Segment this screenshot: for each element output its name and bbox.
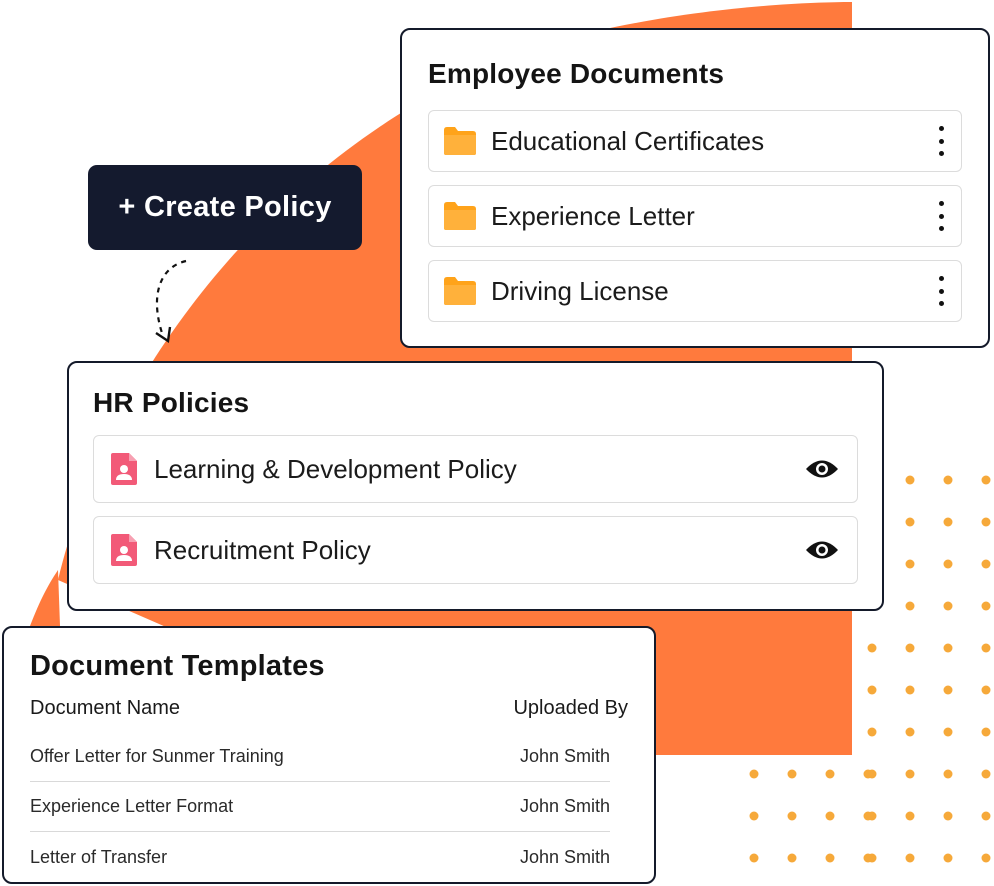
decorative-dot (943, 727, 953, 737)
cell-uploaded-by: John Smith (519, 846, 610, 867)
decorative-dot (863, 853, 873, 863)
decorative-dot (905, 601, 915, 611)
decorative-dot (749, 811, 759, 821)
document-templates-card: Document Templates Document Name Uploade… (2, 626, 656, 884)
folder-item-experience-letter[interactable]: Experience Letter (428, 185, 962, 247)
decorative-dot (867, 643, 877, 653)
decorative-dot (981, 853, 991, 863)
cell-document-name: Experience Letter Format (30, 796, 234, 816)
decorative-dot (905, 811, 915, 821)
cell-uploaded-by: John Smith (519, 746, 610, 766)
decorative-dot (943, 559, 953, 569)
folder-item-label: Driving License (491, 275, 669, 306)
decorative-dot (943, 601, 953, 611)
decorative-dot (905, 727, 915, 737)
employee-documents-title: Employee Documents (428, 58, 725, 89)
more-options-icon[interactable] (937, 201, 945, 231)
hr-policies-title: HR Policies (93, 387, 250, 418)
decorative-dot (943, 685, 953, 695)
decorative-dot (981, 517, 991, 527)
decorative-dot (943, 643, 953, 653)
decorative-dot (863, 769, 873, 779)
decorative-dot (981, 769, 991, 779)
folder-icon (444, 202, 476, 230)
folder-icon (444, 277, 476, 305)
decorative-dot (905, 643, 915, 653)
document-templates-title: Document Templates (30, 650, 325, 682)
decorative-dot (905, 769, 915, 779)
decorative-dot (981, 475, 991, 485)
decorative-dot (787, 853, 797, 863)
folder-icon (444, 127, 476, 155)
decorative-dot (787, 811, 797, 821)
decorative-dot (981, 643, 991, 653)
decorative-dot (981, 685, 991, 695)
column-header-uploaded-by: Uploaded By (513, 697, 628, 719)
cell-document-name: Letter of Transfer (30, 846, 168, 867)
decorative-dot (905, 559, 915, 569)
policy-item-recruitment[interactable]: Recruitment Policy (93, 516, 858, 584)
folder-item-label: Experience Letter (491, 200, 695, 231)
policy-item-label: Recruitment Policy (154, 534, 371, 565)
dashed-arrow-icon (155, 259, 187, 344)
document-user-icon (111, 534, 137, 566)
create-policy-button[interactable]: + Create Policy (88, 165, 362, 250)
decorative-dot (787, 769, 797, 779)
eye-icon[interactable] (805, 458, 839, 480)
hr-policies-card: HR Policies Learning & Development Polic… (67, 361, 884, 611)
policy-item-label: Learning & Development Policy (154, 453, 517, 484)
decorative-dot (981, 727, 991, 737)
decorative-dot (905, 685, 915, 695)
decorative-dot (981, 601, 991, 611)
decorative-dot (981, 811, 991, 821)
cell-document-name: Offer Letter for Sunmer Training (30, 746, 284, 766)
folder-item-educational-certificates[interactable]: Educational Certificates (428, 110, 962, 172)
decorative-dot (943, 475, 953, 485)
decorative-dot (825, 853, 835, 863)
decorative-dot (943, 769, 953, 779)
decorative-dot (943, 811, 953, 821)
table-row[interactable]: Offer Letter for Sunmer Training John Sm… (30, 732, 610, 782)
decorative-dot (749, 853, 759, 863)
folder-item-label: Educational Certificates (491, 125, 765, 156)
table-row[interactable]: Experience Letter Format John Smith (30, 782, 610, 832)
folder-item-driving-license[interactable]: Driving License (428, 260, 962, 322)
document-user-icon (111, 453, 137, 485)
decorative-dot (905, 517, 915, 527)
decorative-dot (981, 559, 991, 569)
decorative-dot (867, 727, 877, 737)
cell-uploaded-by: John Smith (519, 796, 610, 816)
more-options-icon[interactable] (937, 126, 945, 156)
decorative-dot (825, 811, 835, 821)
decorative-dot (749, 769, 759, 779)
decorative-dot (943, 517, 953, 527)
column-header-document-name: Document Name (30, 697, 181, 719)
policy-item-learning-development[interactable]: Learning & Development Policy (93, 435, 858, 503)
decorative-dot (905, 853, 915, 863)
decorative-dot (867, 685, 877, 695)
decorative-dot (863, 811, 873, 821)
table-row[interactable]: Letter of Transfer John Smith (30, 832, 610, 882)
table-header: Document Name Uploaded By (30, 697, 628, 720)
more-options-icon[interactable] (937, 276, 945, 306)
decorative-dot (825, 769, 835, 779)
decorative-dot (905, 475, 915, 485)
eye-icon[interactable] (805, 539, 839, 561)
employee-documents-card: Employee Documents Educational Certifica… (400, 28, 990, 348)
decorative-dot (943, 853, 953, 863)
